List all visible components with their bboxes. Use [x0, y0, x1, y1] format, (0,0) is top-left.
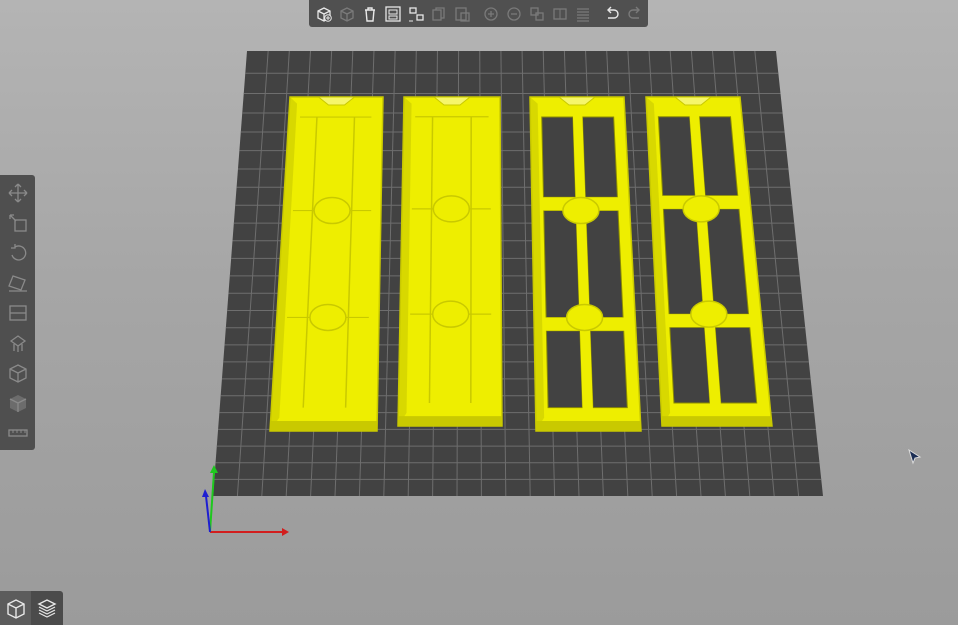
mmu-paint-icon[interactable] [4, 390, 32, 417]
hub [431, 300, 470, 328]
split-objects-icon[interactable] [526, 3, 548, 25]
redo-icon[interactable] [624, 3, 646, 25]
hub [309, 303, 347, 332]
model-part-3[interactable] [529, 96, 642, 432]
model-part-2[interactable] [397, 96, 503, 427]
seam-icon[interactable] [4, 360, 32, 387]
cut-icon[interactable] [4, 299, 32, 326]
mouse-cursor-icon [908, 449, 922, 465]
model-part-1[interactable] [269, 96, 384, 432]
scale-icon[interactable] [4, 209, 32, 236]
undo-icon[interactable] [601, 3, 623, 25]
hub [682, 195, 720, 223]
minus-circle-icon[interactable] [503, 3, 525, 25]
layers-view-icon[interactable] [31, 591, 62, 625]
paste-icon[interactable] [451, 3, 473, 25]
arrange-selection-icon[interactable] [405, 3, 427, 25]
support-points-icon[interactable] [4, 330, 32, 357]
left-toolbar [0, 175, 35, 450]
ruler-icon[interactable] [4, 420, 32, 447]
cube-delete-icon[interactable] [336, 3, 358, 25]
3d-viewport[interactable] [0, 0, 958, 625]
place-on-face-icon[interactable] [4, 269, 32, 296]
split-parts-icon[interactable] [549, 3, 571, 25]
arrange-icon[interactable] [382, 3, 404, 25]
cube-add-icon[interactable] [313, 3, 335, 25]
trash-icon[interactable] [359, 3, 381, 25]
hub [562, 196, 600, 225]
plus-circle-icon[interactable] [480, 3, 502, 25]
hub [313, 196, 351, 225]
copy-icon[interactable] [428, 3, 450, 25]
move-icon[interactable] [4, 179, 32, 206]
rotate-icon[interactable] [4, 239, 32, 266]
hub [432, 195, 471, 223]
cube-view-icon[interactable] [0, 591, 31, 625]
view-switch [0, 591, 63, 625]
top-toolbar [309, 0, 648, 27]
layers-icon[interactable] [572, 3, 594, 25]
hub [565, 303, 604, 332]
hub [690, 300, 728, 328]
